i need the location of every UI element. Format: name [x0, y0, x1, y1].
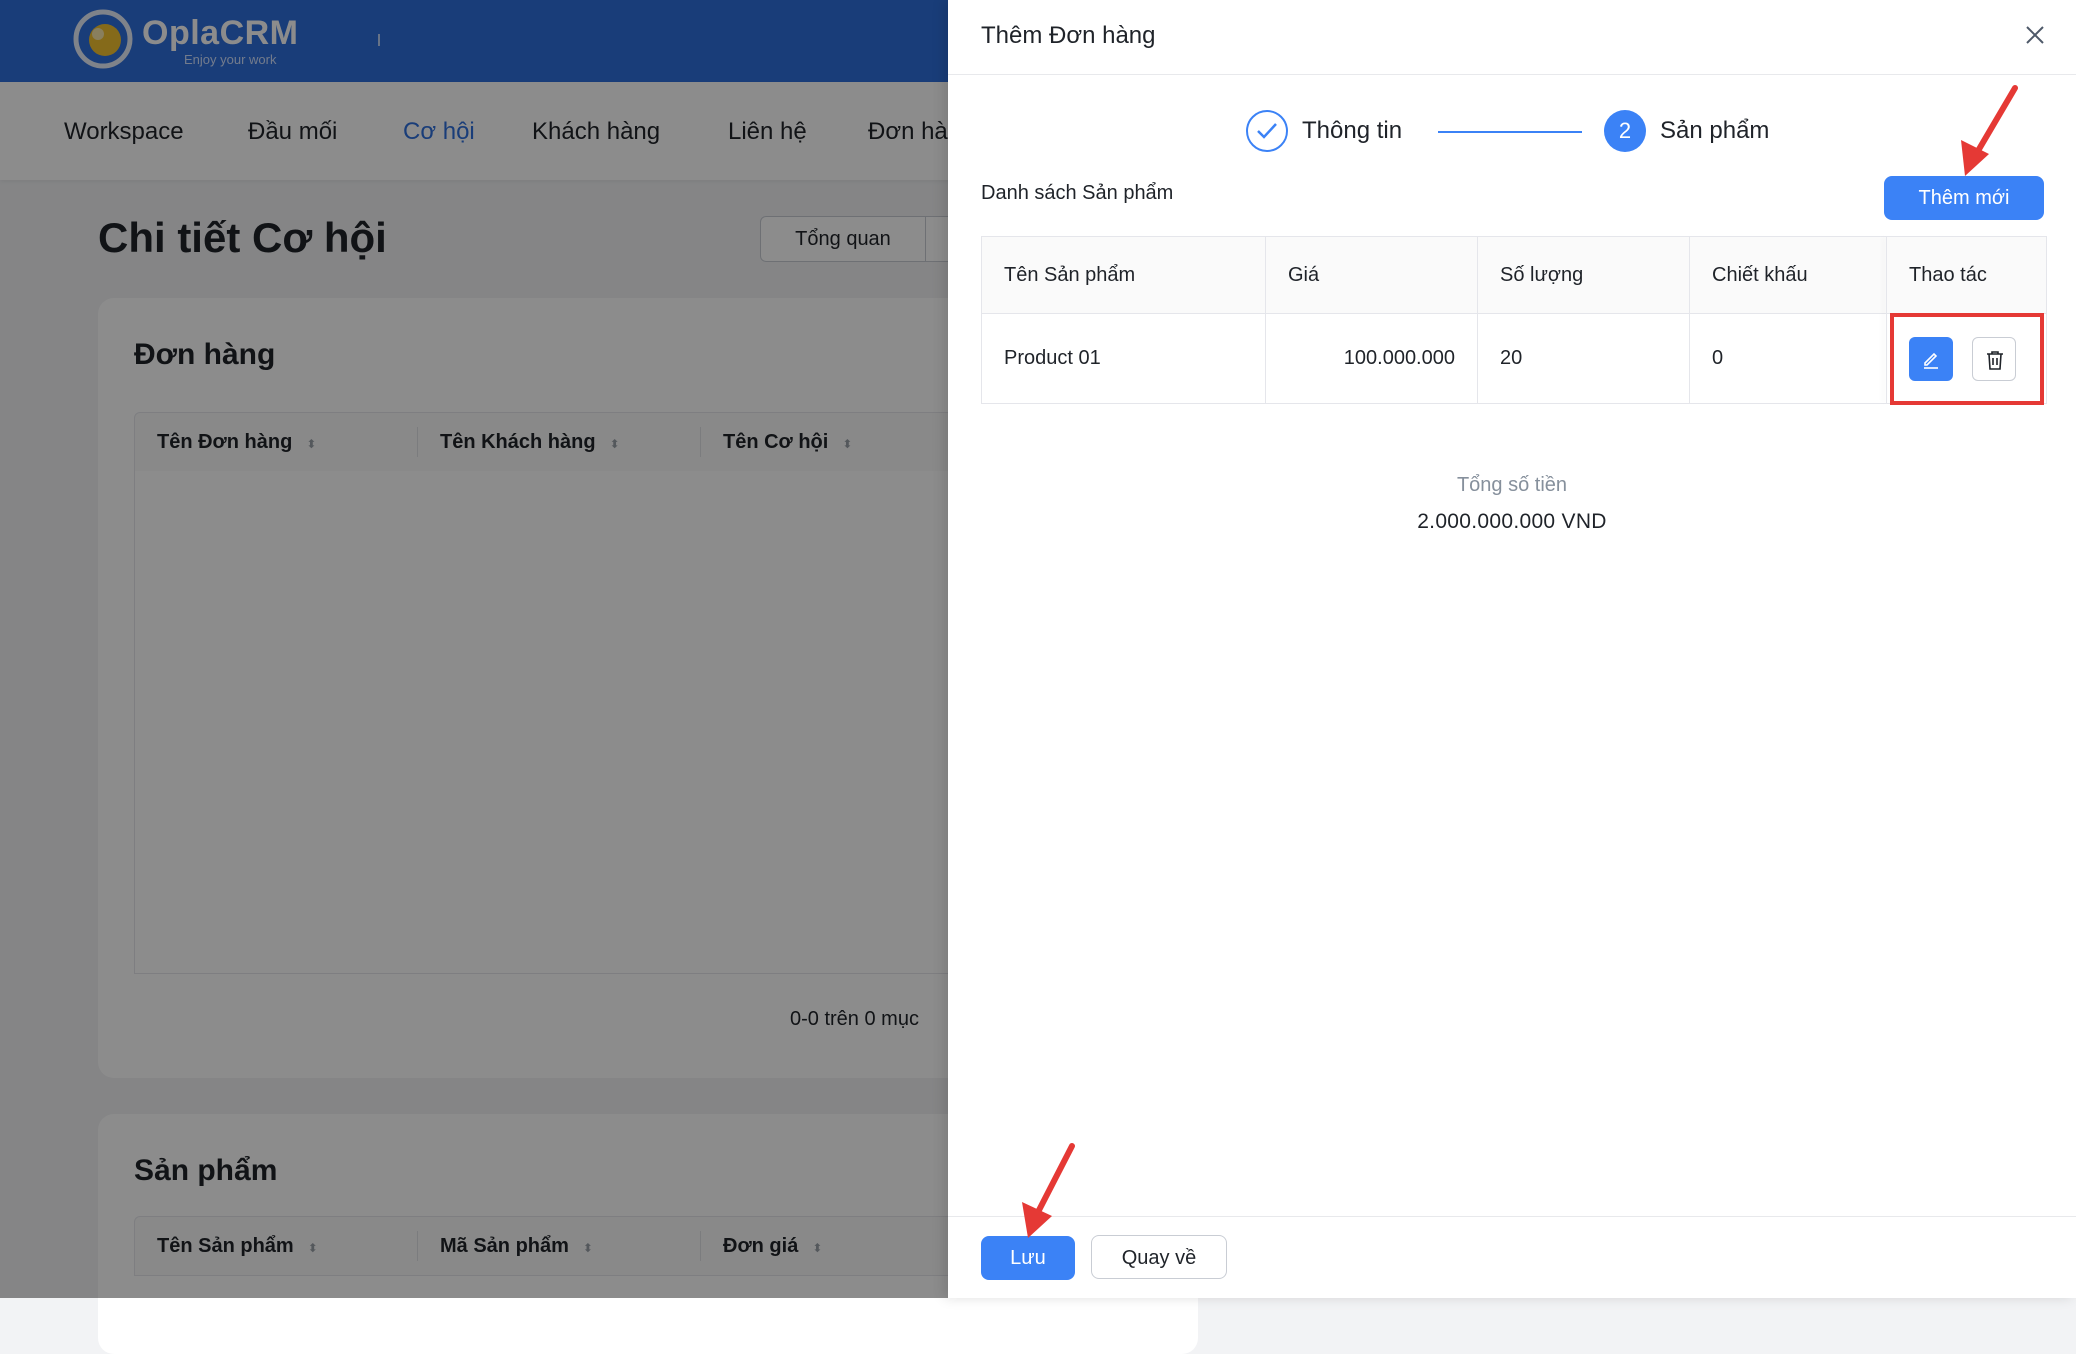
col-header-quantity: Số lượng	[1478, 237, 1689, 313]
cell-discount: 0	[1712, 347, 1724, 369]
drawer-footer-divider	[948, 1216, 2076, 1217]
cell-price: 100.000.000	[1343, 347, 1455, 369]
total-amount-label: Tổng số tiền	[1456, 474, 1568, 496]
step-connector	[1438, 131, 1582, 133]
cell-product-name: Product 01	[1004, 347, 1101, 369]
add-order-drawer: Thêm Đơn hàng Thông tin 2 Sản phẩm Danh …	[948, 0, 2076, 1298]
step-1-indicator	[1246, 110, 1288, 152]
add-new-button[interactable]: Thêm mới	[1884, 176, 2044, 220]
drawer-header-divider	[948, 74, 2076, 75]
product-list-label: Danh sách Sản phẩm	[981, 182, 1174, 204]
col-header-actions: Thao tác	[1887, 237, 2046, 313]
col-header-discount: Chiết khấu	[1690, 237, 1886, 313]
step-2-label: Sản phẩm	[1660, 117, 1770, 144]
col-header-product-name: Tên Sản phẩm	[982, 237, 1265, 313]
drawer-title: Thêm Đơn hàng	[981, 22, 1156, 49]
back-button[interactable]: Quay về	[1091, 1235, 1227, 1279]
step-2-indicator: 2	[1604, 110, 1646, 152]
edit-button[interactable]	[1909, 337, 1953, 381]
cell-quantity: 20	[1500, 347, 1523, 369]
step-1-label: Thông tin	[1302, 117, 1403, 144]
product-table: Tên Sản phẩm Giá Số lượng Chiết khấu Tha…	[981, 236, 2047, 404]
total-amount-value: 2.000.000.000 VND	[1417, 510, 1607, 533]
col-header-price: Giá	[1266, 237, 1477, 313]
save-button[interactable]: Lưu	[981, 1236, 1075, 1280]
trash-icon	[1987, 351, 2003, 370]
check-icon	[1257, 123, 1277, 139]
modal-mask[interactable]	[0, 0, 948, 1298]
close-icon[interactable]	[2022, 22, 2048, 48]
pencil-icon	[1924, 352, 1938, 369]
delete-button[interactable]	[1972, 337, 2016, 381]
